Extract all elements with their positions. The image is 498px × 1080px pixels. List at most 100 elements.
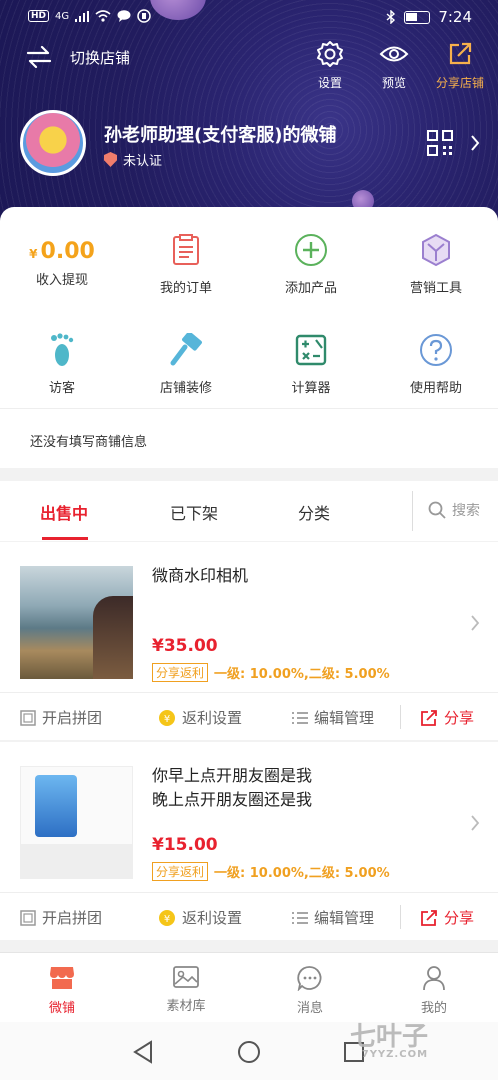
tab-on-sale[interactable]: 出售中 — [40, 500, 88, 524]
rebate-info: 分享返利 一级: 10.00%,二级: 5.00% — [152, 663, 390, 682]
marketing-tools-button[interactable]: 营销工具 — [374, 233, 498, 296]
shop-detail-arrow[interactable] — [470, 134, 480, 156]
product-title: 你早上点开朋友圈是我 晚上点开朋友圈还是我 — [152, 764, 312, 812]
qr-code-button[interactable] — [427, 130, 453, 160]
nav-item-mine-label: 我的 — [420, 1001, 447, 1016]
group-buy-icon — [20, 709, 36, 726]
marketing-tools-label: 营销工具 — [409, 281, 462, 296]
visitors-button[interactable]: 访客 — [0, 333, 124, 396]
shop-avatar[interactable] — [20, 110, 86, 176]
eye-icon — [379, 46, 409, 62]
signal-icon — [75, 10, 90, 22]
share-shop-button[interactable]: 分享店铺 — [428, 40, 492, 91]
share-shop-label: 分享店铺 — [435, 76, 484, 90]
chevron-right-icon — [471, 815, 480, 831]
my-orders-label: 我的订单 — [159, 281, 212, 296]
rebate-rate: 一级: 10.00%,二级: 5.00% — [214, 667, 390, 682]
tab-off-shelf[interactable]: 已下架 — [170, 500, 218, 524]
visitors-label: 访客 — [48, 381, 75, 396]
active-tab-indicator — [42, 537, 88, 540]
currency-symbol: ¥ — [29, 247, 38, 261]
calculator-button[interactable]: 计算器 — [249, 333, 373, 396]
nav-item-messages-label: 消息 — [296, 1001, 323, 1016]
rebate-settings-label: 返利设置 — [182, 709, 243, 727]
settings-label: 设置 — [317, 76, 342, 90]
group-buy-button[interactable]: 开启拼团 — [20, 707, 102, 728]
watermark-text: 七叶子 — [350, 1022, 429, 1052]
income-label: 收入提现 — [35, 273, 88, 288]
action-divider — [400, 905, 401, 929]
share-out-icon — [449, 42, 472, 65]
action-divider — [400, 705, 401, 729]
auth-status[interactable]: 未认证 — [104, 150, 162, 169]
edit-manage-label: 编辑管理 — [314, 709, 375, 727]
product-card[interactable]: 你早上点开朋友圈是我 晚上点开朋友圈还是我 ¥15.00 分享返利 一级: 10… — [0, 742, 498, 940]
nav-item-messages[interactable]: 消息 — [270, 965, 350, 1016]
shop-name: 孙老师助理(支付客服)的微铺 — [104, 125, 337, 146]
product-title-line: 晚上点开朋友圈还是我 — [152, 790, 313, 809]
rebate-settings-button[interactable]: ¥ 返利设置 — [158, 707, 242, 728]
message-icon — [297, 966, 322, 991]
coin-icon: ¥ — [159, 709, 175, 726]
shop-info-notice-text: 还没有填写商铺信息 — [30, 435, 148, 450]
back-icon[interactable] — [132, 1040, 154, 1064]
product-detail-arrow[interactable] — [470, 614, 480, 636]
watermark: 七叶子 7YYZ.COM — [350, 1016, 428, 1060]
income-withdraw[interactable]: ¥0.00 收入提现 — [0, 239, 124, 302]
edit-manage-button[interactable]: 编辑管理 — [292, 907, 374, 928]
my-orders-button[interactable]: 我的订单 — [124, 233, 248, 296]
shop-decor-label: 店铺装修 — [159, 381, 212, 396]
rebate-tag: 分享返利 — [152, 862, 209, 881]
rebate-settings-label: 返利设置 — [182, 909, 243, 927]
group-buy-button[interactable]: 开启拼团 — [20, 907, 102, 928]
nav-item-mine[interactable]: 我的 — [394, 965, 474, 1016]
rebate-rate: 一级: 10.00%,二级: 5.00% — [214, 866, 390, 881]
preview-label: 预览 — [381, 76, 406, 90]
marketing-icon — [422, 233, 450, 267]
search-button[interactable]: 搜索 — [428, 500, 480, 520]
product-price: ¥35.00 — [152, 636, 218, 656]
shop-icon — [50, 967, 74, 989]
image-icon — [173, 966, 199, 988]
svg-text:¥: ¥ — [164, 914, 170, 925]
product-actions: 开启拼团 ¥ 返利设置 编辑管理 分享 — [0, 892, 498, 940]
product-title-line: 微商水印相机 — [152, 566, 249, 585]
swap-arrows-icon — [26, 46, 52, 68]
add-product-button[interactable]: 添加产品 — [249, 233, 373, 296]
nav-item-shop[interactable]: 微铺 — [22, 965, 102, 1016]
share-out-icon — [421, 909, 437, 926]
share-out-icon — [421, 709, 437, 726]
nav-item-shop-label: 微铺 — [48, 1001, 75, 1016]
home-icon[interactable] — [237, 1040, 261, 1064]
product-detail-arrow[interactable] — [470, 814, 480, 836]
edit-manage-button[interactable]: 编辑管理 — [292, 707, 374, 728]
clock: 7:24 — [438, 8, 472, 26]
shop-decor-button[interactable]: 店铺装修 — [124, 333, 248, 396]
settings-button[interactable]: 设置 — [298, 40, 362, 91]
switch-shop-button[interactable]: 切换店铺 — [26, 46, 130, 68]
nav-item-materials[interactable]: 素材库 — [146, 965, 226, 1014]
qr-code-icon — [427, 130, 453, 156]
product-thumbnail[interactable] — [20, 766, 133, 879]
signal-label: 4G — [55, 10, 70, 22]
rebate-settings-button[interactable]: ¥ 返利设置 — [158, 907, 242, 928]
nav-item-materials-label: 素材库 — [166, 999, 206, 1014]
list-icon — [292, 711, 308, 724]
tab-category[interactable]: 分类 — [298, 500, 330, 524]
group-buy-label: 开启拼团 — [42, 709, 103, 727]
product-card[interactable]: 微商水印相机 ¥35.00 分享返利 一级: 10.00%,二级: 5.00% … — [0, 542, 498, 740]
help-button[interactable]: 使用帮助 — [374, 333, 498, 396]
shop-info-notice[interactable]: 还没有填写商铺信息 — [0, 408, 498, 468]
bottom-nav: 微铺 素材库 消息 我的 — [0, 952, 498, 1022]
product-thumbnail[interactable] — [20, 566, 133, 679]
preview-button[interactable]: 预览 — [362, 40, 426, 91]
shop-header: HD 4G 7:24 切换店铺 设置 预览 分享店铺 孙老师助理(支付客服)的微… — [0, 0, 498, 232]
share-product-button[interactable]: 分享 — [420, 707, 474, 728]
product-price: ¥15.00 — [152, 835, 218, 855]
product-title: 微商水印相机 — [152, 564, 248, 588]
tab-divider — [412, 491, 413, 531]
wifi-icon — [95, 10, 111, 22]
share-product-button[interactable]: 分享 — [420, 907, 474, 928]
hammer-icon — [170, 333, 202, 366]
gear-icon — [317, 41, 343, 67]
